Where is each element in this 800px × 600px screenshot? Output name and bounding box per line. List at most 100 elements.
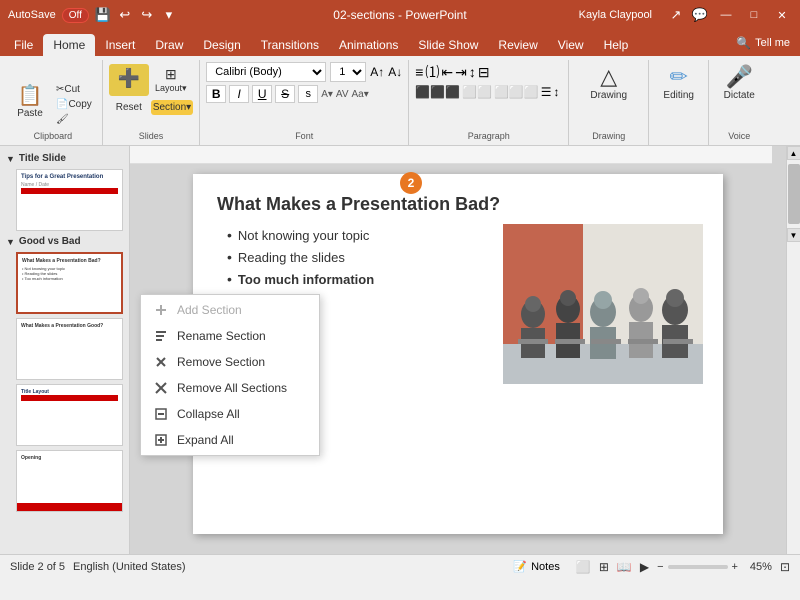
ctx-add-section[interactable]: Add Section: [141, 297, 319, 323]
cut-btn[interactable]: ✂ Cut: [52, 83, 96, 96]
drawing-text: Drawing: [590, 90, 627, 101]
language: English (United States): [73, 561, 186, 573]
text-direction-btn[interactable]: ↕: [469, 64, 476, 80]
maximize-btn[interactable]: □: [744, 5, 764, 25]
bold-btn[interactable]: B: [206, 85, 226, 103]
status-right: 📝 Notes ⬜ ⊞ 📖 ▶ − + 45% ⊡: [505, 557, 790, 577]
view-slideshow-btn[interactable]: ▶: [640, 560, 649, 574]
remove-all-icon: [153, 380, 169, 396]
numbering-btn[interactable]: ⑴: [425, 62, 439, 82]
zoom-slider[interactable]: [668, 565, 728, 569]
undo-icon[interactable]: ↩: [117, 7, 133, 23]
notes-btn[interactable]: 📝 Notes: [505, 557, 567, 577]
italic-btn[interactable]: I: [229, 85, 249, 103]
context-menu: Add Section Rename Section Remove Sectio…: [140, 294, 320, 456]
tab-review[interactable]: Review: [488, 34, 547, 56]
align-center-btn[interactable]: ⬜⬜: [462, 85, 492, 99]
bullets-btn[interactable]: ≡: [415, 64, 423, 80]
autosave-toggle[interactable]: Off: [62, 8, 89, 23]
drawing-btn[interactable]: △ Drawing: [586, 62, 631, 103]
tab-transitions[interactable]: Transitions: [251, 34, 329, 56]
tab-insert[interactable]: Insert: [95, 34, 145, 56]
close-btn[interactable]: ✕: [772, 5, 792, 25]
copy-btn[interactable]: 📄 Copy: [52, 98, 96, 111]
underline-btn[interactable]: U: [252, 85, 272, 103]
tab-view[interactable]: View: [548, 34, 594, 56]
font-size-select[interactable]: 12: [330, 62, 366, 82]
ribbon-group-editing: ✏ Editing: [649, 60, 709, 145]
slide-thumb-2[interactable]: What Makes a Presentation Bad? • Not kno…: [16, 252, 123, 314]
ctx-remove-all-sections[interactable]: Remove All Sections: [141, 375, 319, 401]
save-icon[interactable]: 💾: [95, 7, 111, 23]
section-btn[interactable]: Section▾: [151, 100, 193, 115]
line-spacing-btn[interactable]: ↕: [554, 85, 560, 99]
slide-thumb-5[interactable]: Opening: [16, 450, 123, 512]
minimize-btn[interactable]: —: [716, 5, 736, 25]
view-reading-btn[interactable]: 📖: [617, 560, 632, 574]
zoom-in-btn[interactable]: +: [732, 561, 738, 573]
clipboard-label: Clipboard: [34, 131, 73, 141]
tab-slideshow[interactable]: Slide Show: [408, 34, 488, 56]
comments-icon[interactable]: 💬: [692, 7, 708, 23]
align-right-btn[interactable]: ⬜⬜⬜: [494, 85, 539, 99]
align-left-btn[interactable]: ⬛⬛⬛: [415, 85, 460, 99]
reset-btn[interactable]: Reset: [109, 100, 149, 115]
shadow-btn[interactable]: s: [298, 85, 318, 103]
tab-animations[interactable]: Animations: [329, 34, 408, 56]
view-normal-btn[interactable]: ⬜: [576, 560, 591, 574]
slide-thumb-3[interactable]: What Makes a Presentation Good?: [16, 318, 123, 380]
justify-btn[interactable]: ☰: [541, 85, 552, 99]
ctx-expand-all[interactable]: Expand All: [141, 427, 319, 453]
tab-draw[interactable]: Draw: [145, 34, 193, 56]
ctx-remove-all-label: Remove All Sections: [177, 381, 287, 395]
voice-label: Voice: [728, 131, 750, 141]
search-bar[interactable]: 🔍 Tell me: [730, 34, 796, 52]
step-badge-2: 2: [400, 172, 422, 194]
paste-btn[interactable]: 📋 Paste: [10, 84, 50, 121]
slide-info: Slide 2 of 5: [10, 561, 65, 573]
title-bar-right: Kayla Claypool ↗ 💬 — □ ✕: [579, 5, 792, 25]
slide-image: [503, 224, 703, 384]
main-area: ▼ Title Slide 1 Tips for a Great Present…: [0, 146, 800, 554]
editing-btn[interactable]: ✏ Editing: [659, 62, 699, 103]
tab-design[interactable]: Design: [193, 34, 250, 56]
view-slide-sorter-btn[interactable]: ⊞: [599, 560, 609, 574]
increase-font-icon[interactable]: A↑: [370, 65, 384, 79]
ctx-rename-section[interactable]: Rename Section: [141, 323, 319, 349]
fit-slide-btn[interactable]: ⊡: [780, 560, 790, 574]
indent-more-btn[interactable]: ⇥: [455, 64, 467, 81]
zoom-out-btn[interactable]: −: [657, 561, 663, 573]
font-color-picker[interactable]: A▾: [321, 89, 333, 100]
share-icon[interactable]: ↗: [668, 7, 684, 23]
decrease-font-icon[interactable]: A↓: [388, 65, 402, 79]
new-slide-btn[interactable]: ➕: [109, 64, 149, 96]
scroll-up-btn[interactable]: ▲: [787, 146, 800, 160]
ruler: [130, 146, 772, 164]
font-size-adj[interactable]: Aa▾: [352, 89, 369, 100]
slide-thumb-container-2: 2 What Makes a Presentation Bad? • Not k…: [4, 250, 125, 316]
section-good-vs-bad[interactable]: ▼ Good vs Bad: [4, 233, 125, 250]
font-select[interactable]: Calibri (Body): [206, 62, 326, 82]
scroll-thumb[interactable]: [788, 164, 800, 224]
slide-thumb-4[interactable]: Title Layout: [16, 384, 123, 446]
columns-btn[interactable]: ⊟: [478, 64, 490, 81]
tab-file[interactable]: File: [4, 34, 43, 56]
char-spacing-btn[interactable]: AV: [336, 89, 349, 100]
remove-section-icon: [153, 354, 169, 370]
format-painter-btn[interactable]: 🖌: [52, 113, 96, 126]
v-scrollbar: ▲ ▼: [786, 146, 800, 554]
tab-home[interactable]: Home: [43, 34, 95, 56]
dictate-btn[interactable]: 🎤 Dictate: [719, 62, 759, 103]
strikethrough-btn[interactable]: S: [275, 85, 295, 103]
collapse-all-icon: [153, 406, 169, 422]
more-icon[interactable]: ▾: [161, 7, 177, 23]
indent-less-btn[interactable]: ⇤: [441, 64, 453, 81]
scroll-down-btn[interactable]: ▼: [787, 228, 800, 242]
slide-thumb-1[interactable]: Tips for a Great Presentation Name / Dat…: [16, 169, 123, 231]
redo-icon[interactable]: ↪: [139, 7, 155, 23]
tab-help[interactable]: Help: [594, 34, 639, 56]
ctx-remove-section[interactable]: Remove Section: [141, 349, 319, 375]
ctx-collapse-all[interactable]: Collapse All: [141, 401, 319, 427]
section-title-slide[interactable]: ▼ Title Slide: [4, 150, 125, 167]
layout-btn[interactable]: ⊞ Layout▾: [151, 64, 191, 96]
